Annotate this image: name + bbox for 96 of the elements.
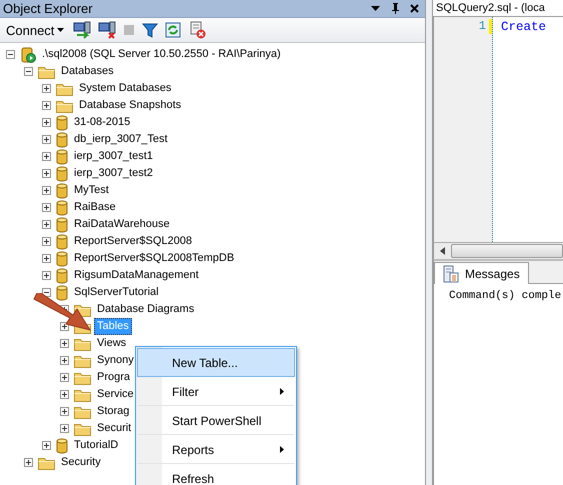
tree-item[interactable]: ReportServer$SQL2008 — [71, 233, 196, 250]
folder-icon — [74, 404, 91, 418]
menu-item[interactable]: Reports — [137, 435, 295, 464]
expand-toggle[interactable] — [42, 254, 51, 263]
tree-item[interactable]: Storag — [94, 403, 132, 420]
tree-item[interactable]: TutorialD — [71, 437, 122, 454]
pin-icon[interactable] — [390, 3, 400, 14]
change-marker — [489, 19, 492, 34]
database-icon — [56, 284, 68, 300]
messages-icon — [443, 264, 459, 282]
tree-item[interactable]: Service — [94, 386, 137, 403]
dropdown-icon[interactable] — [371, 6, 380, 12]
database-icon — [56, 216, 68, 232]
folder-icon — [56, 98, 73, 112]
menu-item[interactable]: New Table... — [137, 348, 295, 377]
tree-item[interactable]: SqlServerTutorial — [71, 284, 162, 301]
message-text: Command(s) comple — [448, 289, 562, 302]
database-icon — [56, 132, 68, 148]
collapse-toggle[interactable] — [42, 288, 51, 297]
database-icon — [56, 114, 68, 130]
tree-item[interactable]: ReportServer$SQL2008TempDB — [71, 250, 238, 267]
expand-toggle[interactable] — [42, 101, 51, 110]
disconnect-server-icon[interactable] — [98, 21, 116, 39]
expand-toggle[interactable] — [42, 220, 51, 229]
expand-toggle[interactable] — [60, 424, 69, 433]
collapse-toggle[interactable] — [24, 67, 33, 76]
expand-toggle[interactable] — [42, 441, 51, 450]
server-icon — [20, 46, 36, 62]
tree-item[interactable]: db_ierp_3007_Test — [71, 131, 171, 148]
tree-item[interactable]: Security — [58, 454, 104, 471]
tree-item[interactable]: Views — [94, 335, 130, 352]
expand-toggle[interactable] — [42, 186, 51, 195]
database-icon — [56, 268, 68, 284]
tree-item[interactable]: RaiBase — [71, 199, 119, 216]
tree-item[interactable]: RigsumDataManagement — [71, 267, 202, 284]
expand-toggle[interactable] — [42, 237, 51, 246]
tree-item[interactable]: Synony — [94, 352, 137, 369]
database-icon — [56, 166, 68, 182]
folder-icon — [56, 82, 73, 96]
code-line: Create — [501, 20, 546, 34]
tree-item[interactable]: Database Snapshots — [76, 97, 184, 114]
folder-icon — [74, 370, 91, 384]
tree-item[interactable]: System Databases — [76, 80, 174, 97]
folder-icon — [74, 388, 91, 402]
menu-item[interactable]: Refresh — [137, 464, 295, 485]
script-delete-icon[interactable] — [188, 21, 206, 39]
connect-server-icon[interactable] — [73, 21, 92, 39]
expand-toggle[interactable] — [42, 271, 51, 280]
expand-toggle[interactable] — [24, 458, 33, 467]
collapse-toggle[interactable] — [6, 50, 15, 59]
expand-toggle[interactable] — [60, 407, 69, 416]
connect-button[interactable]: Connect — [4, 22, 66, 38]
expand-toggle[interactable] — [60, 339, 69, 348]
expand-toggle[interactable] — [60, 322, 69, 331]
filter-icon[interactable] — [142, 22, 158, 38]
menu-item[interactable]: Start PowerShell — [137, 406, 295, 435]
panel-title: Object Explorer — [3, 1, 93, 16]
caret-icon — [57, 28, 64, 32]
expand-toggle[interactable] — [60, 356, 69, 365]
tree-item[interactable]: Progra — [94, 369, 134, 386]
database-icon — [56, 182, 68, 198]
folder-icon — [74, 336, 91, 350]
expand-toggle[interactable] — [60, 373, 69, 382]
tree-item[interactable]: MyTest — [71, 182, 112, 199]
tree-item[interactable]: Database Diagrams — [94, 301, 198, 318]
scrollbar-thumb[interactable] — [451, 244, 563, 258]
messages-tab[interactable]: Messages — [434, 262, 529, 284]
database-icon — [56, 148, 68, 164]
scroll-left-icon[interactable] — [440, 247, 446, 255]
folder-icon — [74, 354, 91, 368]
horizontal-scrollbar[interactable] — [433, 242, 563, 259]
expand-toggle[interactable] — [42, 84, 51, 93]
expand-toggle[interactable] — [42, 169, 51, 178]
folder-icon — [38, 456, 55, 470]
tree-item[interactable]: ierp_3007_test2 — [71, 165, 156, 182]
expand-toggle[interactable] — [42, 135, 51, 144]
database-icon — [56, 200, 68, 216]
expand-toggle[interactable] — [42, 203, 51, 212]
tree-item[interactable]: RaiDataWarehouse — [71, 216, 173, 233]
database-icon — [56, 438, 68, 454]
database-icon — [56, 250, 68, 266]
close-icon[interactable] — [410, 4, 419, 13]
line-number: 1 — [478, 19, 486, 33]
tree-item[interactable]: Securit — [94, 420, 134, 437]
expand-toggle[interactable] — [60, 390, 69, 399]
tree-item[interactable]: 31-08-2015 — [71, 114, 134, 131]
tree-item[interactable]: ierp_3007_test1 — [71, 148, 156, 165]
refresh-icon[interactable] — [165, 22, 182, 38]
folder-icon — [38, 64, 55, 78]
menu-item[interactable]: Filter — [137, 377, 295, 406]
expand-toggle[interactable] — [42, 118, 51, 127]
tree-item[interactable]: .\sql2008 (SQL Server 10.50.2550 - RAI\Parinya) — [39, 46, 284, 63]
expand-toggle[interactable] — [42, 152, 51, 161]
database-icon — [56, 234, 68, 250]
tree-item[interactable]: Databases — [58, 63, 117, 80]
folder-icon — [74, 422, 91, 436]
